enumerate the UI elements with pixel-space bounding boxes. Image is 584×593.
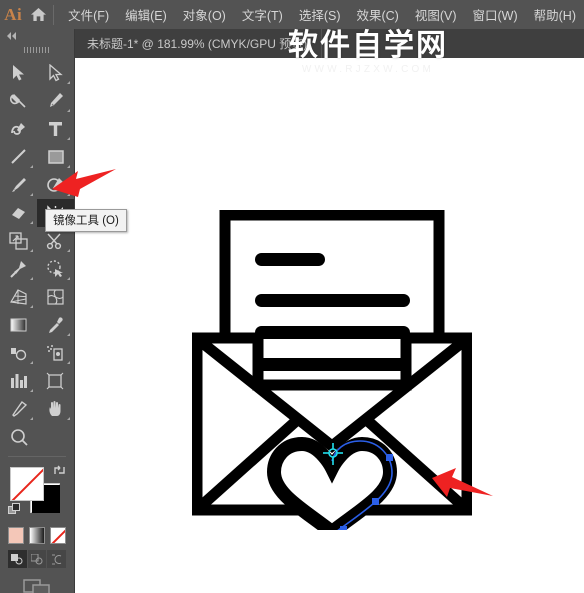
- eyedropper-tool[interactable]: [37, 311, 74, 339]
- color-swatch-row: [0, 523, 74, 544]
- draw-inside-mode[interactable]: [47, 550, 67, 568]
- magic-wand-tool[interactable]: [0, 87, 37, 115]
- line-segment-tool[interactable]: [0, 143, 37, 171]
- fill-swatch[interactable]: [10, 467, 44, 501]
- slice-tool[interactable]: [0, 395, 37, 423]
- menu-window[interactable]: 窗口(W): [465, 2, 526, 27]
- document-tab[interactable]: 未标题-1* @ 181.99% (CMYK/GPU 预览): [75, 29, 323, 58]
- home-icon[interactable]: [26, 0, 51, 29]
- blend-tool[interactable]: [0, 339, 37, 367]
- direct-selection-tool[interactable]: [37, 59, 74, 87]
- tool-expand-corner: [67, 417, 70, 420]
- tool-expand-corner: [30, 389, 33, 392]
- menu-divider: [53, 4, 55, 25]
- tool-expand-corner: [67, 109, 70, 112]
- menu-help[interactable]: 帮助(H): [526, 2, 584, 27]
- collapse-panel-button[interactable]: [0, 29, 74, 43]
- tool-expand-corner: [67, 249, 70, 252]
- tool-expand-corner: [30, 361, 33, 364]
- pen-tool[interactable]: [37, 87, 74, 115]
- color-swatch[interactable]: [8, 527, 24, 544]
- illustrator-window: Ai 文件(F) 编辑(E) 对象(O) 文字(T) 选择(S) 效果(C) 视…: [0, 0, 584, 593]
- selection-tool[interactable]: [0, 59, 37, 87]
- red-arrow-pointing-to-reflect-tool: [52, 169, 116, 197]
- zoom-tool[interactable]: [0, 423, 74, 451]
- fill-stroke-controls: [0, 461, 75, 523]
- menu-effect[interactable]: 效果(C): [348, 2, 406, 27]
- tool-expand-corner: [30, 193, 33, 196]
- tool-tooltip: 镜像工具 (O): [45, 209, 127, 232]
- gradient-tool[interactable]: [0, 311, 37, 339]
- document-tab-bar: 未标题-1* @ 181.99% (CMYK/GPU 预览): [75, 29, 584, 58]
- toolbar-divider: [8, 456, 66, 457]
- mesh-tool[interactable]: [37, 283, 74, 311]
- hand-tool[interactable]: [37, 395, 74, 423]
- tool-expand-corner: [30, 305, 33, 308]
- none-swatch[interactable]: [50, 527, 66, 544]
- curvature-tool[interactable]: [0, 115, 37, 143]
- none-slash-icon: [51, 528, 65, 543]
- type-tool[interactable]: [37, 115, 74, 143]
- tool-expand-corner: [67, 137, 70, 140]
- tool-expand-corner: [67, 277, 70, 280]
- column-graph-tool[interactable]: [0, 367, 37, 395]
- tool-expand-corner: [30, 165, 33, 168]
- menu-edit[interactable]: 编辑(E): [117, 2, 175, 27]
- red-arrow-pointing-to-heart: [432, 468, 493, 497]
- menu-bar: Ai 文件(F) 编辑(E) 对象(O) 文字(T) 选择(S) 效果(C) 视…: [0, 0, 584, 29]
- symbol-sprayer-tool[interactable]: [37, 339, 74, 367]
- puppet-warp-tool[interactable]: [0, 255, 37, 283]
- tool-expand-corner: [67, 333, 70, 336]
- perspective-grid-tool[interactable]: [0, 283, 37, 311]
- draw-normal-mode[interactable]: [8, 550, 27, 568]
- gradient-swatch[interactable]: [29, 527, 45, 544]
- tool-grid: [0, 59, 74, 423]
- tool-expand-corner: [30, 221, 33, 224]
- none-slash-icon: [11, 468, 43, 500]
- free-transform-tool[interactable]: [0, 227, 37, 255]
- tools-panel: •••: [0, 29, 75, 593]
- menu-file[interactable]: 文件(F): [60, 2, 117, 27]
- tool-expand-corner: [30, 417, 33, 420]
- tool-expand-corner: [67, 81, 70, 84]
- screen-mode-button[interactable]: [0, 574, 74, 593]
- paintbrush-tool[interactable]: [0, 171, 37, 199]
- shape-builder-tool[interactable]: [37, 255, 74, 283]
- tool-expand-corner: [67, 361, 70, 364]
- draw-mode-row: [0, 544, 74, 568]
- tool-expand-corner: [30, 277, 33, 280]
- swap-fill-stroke-icon[interactable]: [52, 463, 67, 483]
- menu-view[interactable]: 视图(V): [407, 2, 465, 27]
- artboard-canvas[interactable]: [75, 58, 584, 593]
- menu-select[interactable]: 选择(S): [291, 2, 349, 27]
- artboard-tool[interactable]: [37, 367, 74, 395]
- draw-behind-mode[interactable]: [27, 550, 47, 568]
- menu-type[interactable]: 文字(T): [234, 2, 291, 27]
- illustrator-logo: Ai: [4, 4, 23, 24]
- grip-dots: [24, 47, 50, 53]
- default-fill-stroke-icon[interactable]: [8, 503, 21, 521]
- toolbar-drag-handle[interactable]: [0, 43, 74, 57]
- tool-expand-corner: [30, 249, 33, 252]
- menu-object[interactable]: 对象(O): [175, 2, 234, 27]
- eraser-tool[interactable]: [0, 199, 37, 227]
